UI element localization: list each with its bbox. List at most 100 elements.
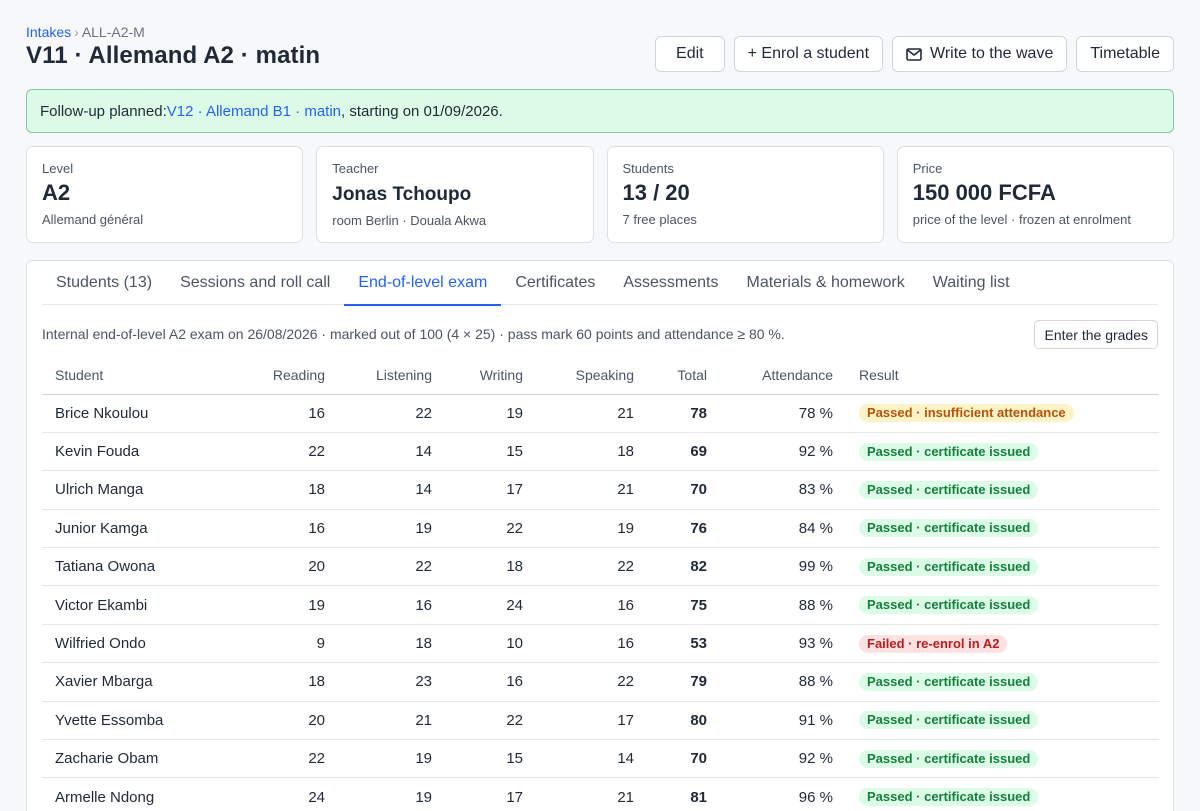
tab-assessments[interactable]: Assessments [609,261,732,305]
speaking-score: 17 [523,701,634,741]
speaking-score: 16 [523,585,634,625]
table-row[interactable]: Ulrich Manga 18 14 17 21 70 83 % Passed · certi… [42,470,1159,510]
writing-score: 15 [432,739,523,779]
attendance-value: 91 % [707,701,833,741]
table-row[interactable]: Victor Ekambi 19 16 24 16 75 88 % Passed · cert… [42,585,1159,625]
tab-waiting-list[interactable]: Waiting list [919,261,1024,305]
listening-score: 19 [325,739,432,779]
exam-info: Internal end-of-level A2 exam on 26/08/2… [42,326,785,342]
reading-score: 22 [242,739,325,779]
attendance-value: 88 % [707,662,833,702]
follow-up-banner: Follow-up planned: V12 · Allemand B1 · m… [26,89,1174,133]
table-row[interactable]: Wilfried Ondo 9 18 10 16 53 93 % Failed · re-en… [42,624,1159,664]
reading-score: 24 [242,777,325,811]
price-card: Price 150 000 FCFA price of the level · … [896,146,1174,243]
speaking-score: 19 [523,509,634,549]
tab-materials[interactable]: Materials & homework [732,261,918,305]
attendance-value: 83 % [707,470,833,510]
listening-score: 19 [325,509,432,549]
table-row[interactable]: Tatiana Owona 20 22 18 22 82 99 % Passed · cert… [42,547,1159,587]
student-name: Brice Nkoulou [42,394,242,433]
table-row[interactable]: Xavier Mbarga 18 23 16 22 79 88 % Passed · cert… [42,662,1159,702]
card-value: 13 / 20 [622,180,690,205]
breadcrumb-current: ALL-A2-M [81,24,145,40]
result-cell: Passed · certificate issued [833,470,1159,510]
listening-score: 22 [325,547,432,587]
col-listening: Listening [325,357,432,395]
write-to-wave-button[interactable]: Write to the wave [892,36,1068,72]
table-row[interactable]: Yvette Essomba 20 21 22 17 80 91 % Passed · cer… [42,701,1159,741]
status-badge: Passed · certificate issued [859,672,1039,691]
total-score: 79 [634,662,707,702]
enrol-student-button[interactable]: + Enrol a student [733,36,884,72]
table-header-row: Student Reading Listening Writing Speaki… [42,357,1159,395]
card-label: Students [622,161,674,176]
speaking-score: 14 [523,739,634,779]
status-badge: Passed · certificate issued [859,788,1039,807]
col-student: Student [42,357,242,395]
status-badge: Passed · certificate issued [859,442,1039,461]
attendance-value: 88 % [707,585,833,625]
listening-score: 14 [325,432,432,472]
card-label: Price [912,161,943,176]
reading-score: 16 [242,509,325,549]
total-score: 81 [634,777,707,811]
table-row[interactable]: Kevin Fouda 22 14 15 18 69 92 % Passed · certif… [42,432,1159,472]
result-cell: Passed · certificate issued [833,585,1159,625]
result-cell: Passed · certificate issued [833,509,1159,549]
card-label: Teacher [332,161,379,176]
card-sub: Allemand général [42,212,144,227]
card-value: 150 000 FCFA [912,180,1056,205]
col-total: Total [634,357,707,395]
attendance-value: 92 % [707,432,833,472]
result-cell: Passed · certificate issued [833,739,1159,779]
header-actions: Edit + Enrol a student Write to the wave… [655,36,1174,72]
banner-suffix: , starting on 01/09/2026. [341,102,503,120]
breadcrumb-link-intakes[interactable]: Intakes [26,24,71,40]
student-name: Yvette Essomba [42,701,242,741]
listening-score: 16 [325,585,432,625]
listening-score: 19 [325,777,432,811]
attendance-value: 93 % [707,624,833,664]
tab-bar: Students (13) Sessions and roll call End… [42,261,1158,306]
banner-prefix: Follow-up planned: [40,102,167,120]
tab-sessions[interactable]: Sessions and roll call [166,261,344,305]
result-cell: Passed · certificate issued [833,701,1159,741]
edit-button[interactable]: Edit [655,36,725,72]
tab-students[interactable]: Students (13) [42,261,166,305]
speaking-score: 22 [523,547,634,587]
writing-score: 17 [432,470,523,510]
col-result: Result [833,357,1159,395]
table-row[interactable]: Armelle Ndong 24 19 17 21 81 96 % Passed · cert… [42,777,1159,811]
table-row[interactable]: Brice Nkoulou 16 22 19 21 78 78 % Passed · insu… [42,394,1159,433]
listening-score: 21 [325,701,432,741]
attendance-value: 78 % [707,394,833,433]
total-score: 80 [634,701,707,741]
envelope-icon [906,47,922,61]
status-badge: Passed · certificate issued [859,596,1039,615]
student-name: Zacharie Obam [42,739,242,779]
reading-score: 18 [242,662,325,702]
result-cell: Passed · certificate issued [833,777,1159,811]
col-attendance: Attendance [707,357,833,395]
total-score: 70 [634,739,707,779]
timetable-button[interactable]: Timetable [1076,36,1174,72]
stat-cards: Level A2 Allemand général Teacher Jonas … [26,146,1174,243]
follow-up-link[interactable]: V12 · Allemand B1 · matin [167,103,341,120]
listening-score: 14 [325,470,432,510]
student-name: Victor Ekambi [42,585,242,625]
writing-score: 22 [432,701,523,741]
tab-end-of-level-exam[interactable]: End-of-level exam [344,261,502,306]
enter-grades-button[interactable]: Enter the grades [1034,320,1158,349]
level-card: Level A2 Allemand général [26,146,304,243]
table-row[interactable]: Junior Kamga 16 19 22 19 76 84 % Passed · certi… [42,509,1159,549]
speaking-score: 18 [523,432,634,472]
reading-score: 22 [242,432,325,472]
attendance-value: 96 % [707,777,833,811]
student-name: Kevin Fouda [42,432,242,472]
main-panel: Students (13) Sessions and roll call End… [26,260,1174,811]
result-cell: Passed · certificate issued [833,662,1159,702]
tab-certificates[interactable]: Certificates [501,261,609,305]
table-row[interactable]: Zacharie Obam 22 19 15 14 70 92 % Passed · cert… [42,739,1159,779]
status-badge: Passed · certificate issued [859,711,1039,730]
